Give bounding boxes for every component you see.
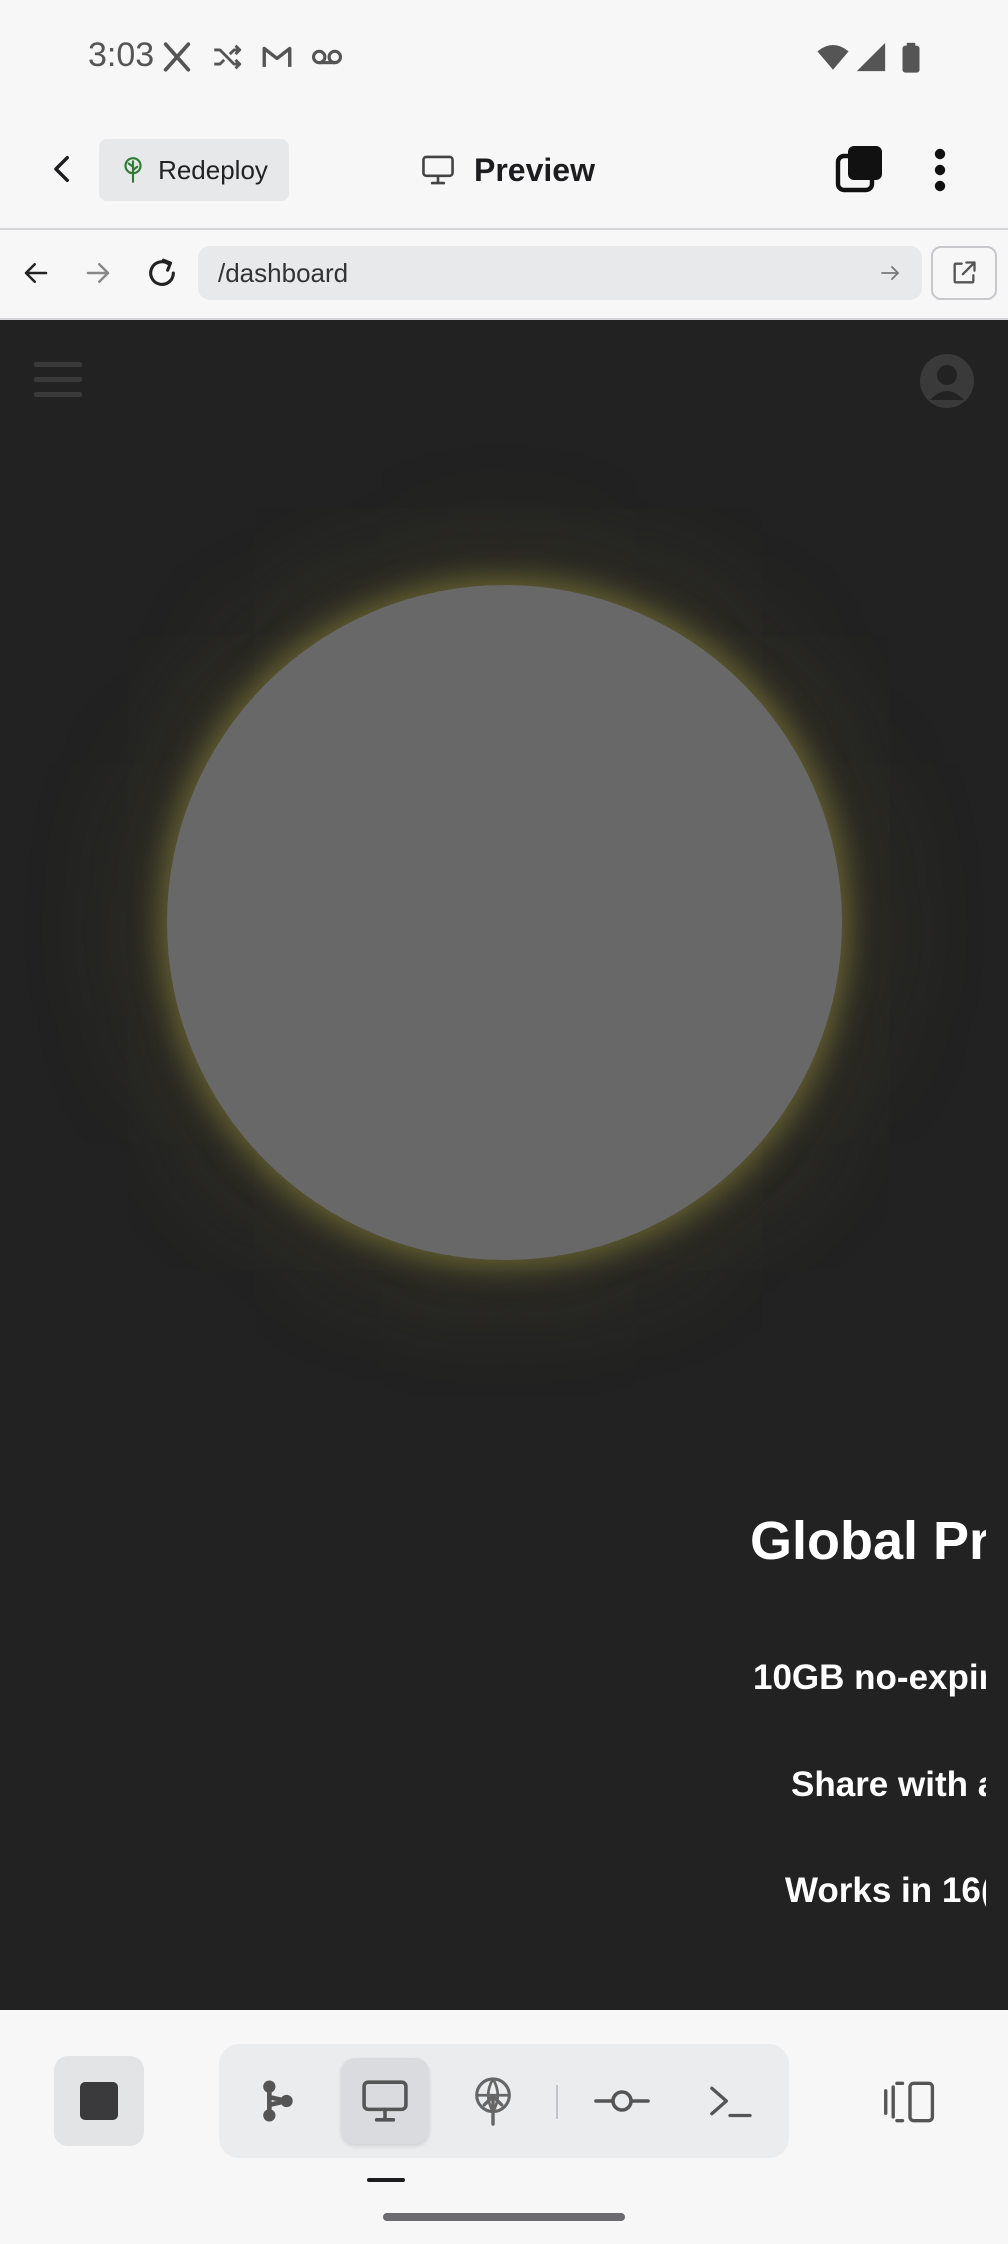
monitor-icon bbox=[362, 2080, 408, 2122]
tool-deploy[interactable] bbox=[449, 2058, 537, 2144]
feature-item: Share with a bbox=[791, 1765, 998, 1804]
devices-icon bbox=[884, 2081, 935, 2123]
more-options-button[interactable] bbox=[918, 140, 962, 200]
redeploy-tree-icon bbox=[124, 157, 142, 183]
home-indicator[interactable] bbox=[383, 2213, 625, 2221]
monitor-icon bbox=[422, 155, 454, 185]
layers-button[interactable] bbox=[830, 140, 890, 200]
user-icon bbox=[930, 365, 964, 400]
tool-workflow[interactable] bbox=[233, 2058, 321, 2144]
arrow-right-icon bbox=[86, 263, 110, 283]
refresh-icon bbox=[149, 258, 175, 286]
redeploy-button[interactable]: Redeploy bbox=[99, 139, 289, 201]
commit-icon bbox=[594, 2090, 650, 2112]
browser-refresh-button[interactable] bbox=[134, 245, 190, 301]
more-vertical-icon bbox=[934, 148, 946, 192]
tool-divider bbox=[556, 2085, 558, 2119]
browser-forward-button[interactable] bbox=[70, 245, 126, 301]
open-external-button[interactable] bbox=[931, 246, 997, 300]
go-arrow-icon[interactable] bbox=[878, 261, 902, 285]
page-title: Preview bbox=[420, 146, 595, 194]
tool-terminal[interactable] bbox=[686, 2058, 774, 2144]
chevron-left-icon bbox=[54, 155, 69, 183]
status-time: 3:03 bbox=[88, 36, 155, 74]
avatar[interactable] bbox=[920, 354, 974, 408]
back-button[interactable] bbox=[30, 136, 96, 202]
x-icon bbox=[163, 42, 191, 72]
shuffle-icon bbox=[214, 44, 242, 70]
tool-preview[interactable] bbox=[341, 2058, 429, 2144]
menu-icon[interactable] bbox=[34, 358, 82, 402]
feature-item: Works in 16( bbox=[785, 1871, 993, 1910]
external-link-icon bbox=[953, 261, 976, 284]
wifi-icon bbox=[817, 44, 849, 70]
battery-icon bbox=[902, 42, 920, 73]
layers-icon bbox=[835, 146, 882, 193]
active-tab-indicator bbox=[367, 2178, 405, 2182]
workflow-icon bbox=[263, 2080, 293, 2122]
hero-heading: Global Pri bbox=[750, 1511, 1006, 1571]
page-title-text: Preview bbox=[474, 151, 595, 188]
redeploy-label: Redeploy bbox=[158, 154, 268, 185]
gmail-icon bbox=[262, 46, 292, 67]
signal-icon bbox=[856, 42, 886, 72]
url-field[interactable]: /dashboard bbox=[198, 246, 922, 300]
feature-item: 10GB no-expir bbox=[753, 1658, 993, 1697]
stop-button[interactable] bbox=[54, 2056, 144, 2146]
terminal-icon bbox=[710, 2086, 752, 2118]
globe-graphic bbox=[167, 585, 842, 1260]
url-text: /dashboard bbox=[218, 257, 349, 288]
device-view-button[interactable] bbox=[878, 2070, 942, 2134]
arrow-left-icon bbox=[24, 263, 48, 283]
deploy-icon bbox=[475, 2077, 511, 2126]
stop-icon bbox=[80, 2082, 118, 2120]
browser-back-button[interactable] bbox=[8, 245, 64, 301]
webview-edge bbox=[986, 1480, 1008, 1930]
voicemail-icon bbox=[311, 49, 343, 65]
tool-commit[interactable] bbox=[578, 2058, 666, 2144]
